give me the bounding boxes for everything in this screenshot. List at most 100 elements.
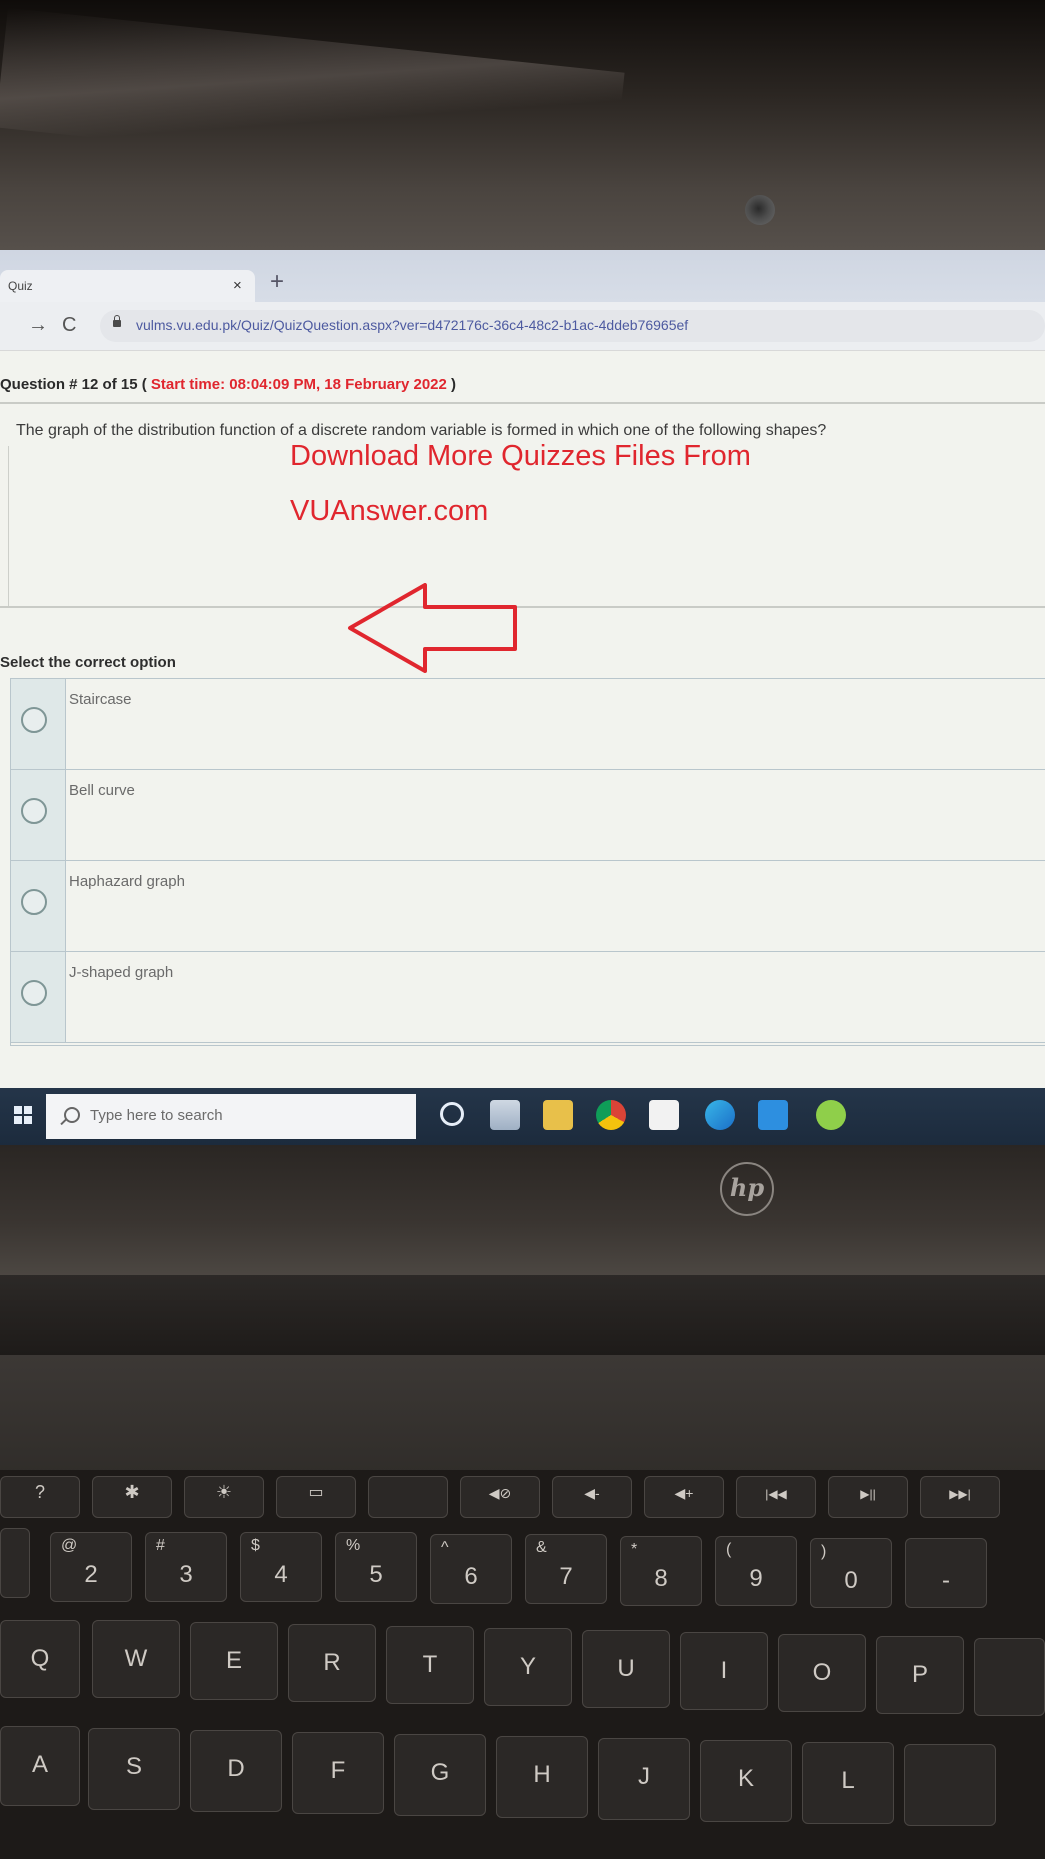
option-label[interactable]: Haphazard graph: [69, 873, 185, 890]
forward-icon[interactable]: →: [28, 314, 48, 337]
file-explorer-icon[interactable]: [543, 1100, 573, 1130]
radio-button[interactable]: [21, 889, 47, 915]
fn-key[interactable]: ▭: [276, 1476, 356, 1518]
option-row[interactable]: Staircase: [11, 679, 1045, 770]
webcam-icon: [745, 195, 775, 225]
question-close-paren: ): [451, 376, 457, 393]
hp-logo: hp: [720, 1162, 774, 1216]
key-9[interactable]: (9: [715, 1536, 797, 1606]
new-tab-icon[interactable]: +: [270, 268, 284, 296]
key-t[interactable]: T: [386, 1626, 474, 1704]
key-2[interactable]: @2: [50, 1532, 132, 1602]
url-field[interactable]: vulms.vu.edu.pk/Quiz/QuizQuestion.aspx?v…: [100, 310, 1045, 342]
key-w[interactable]: W: [92, 1620, 180, 1698]
task-view-icon[interactable]: [490, 1100, 520, 1130]
fn-key[interactable]: ◀-: [552, 1476, 632, 1518]
radio-cell: [11, 861, 66, 951]
fn-key[interactable]: ☀: [184, 1476, 264, 1518]
laptop-bottom-bezel: [0, 1145, 1045, 1275]
key-k[interactable]: K: [700, 1740, 792, 1822]
fn-key[interactable]: ▶||: [828, 1476, 908, 1518]
tab-title: Quiz: [8, 279, 33, 293]
reload-icon[interactable]: C: [62, 314, 76, 337]
url-text: vulms.vu.edu.pk/Quiz/QuizQuestion.aspx?v…: [136, 317, 689, 333]
key-a[interactable]: A: [0, 1726, 80, 1806]
key-0[interactable]: ) 0: [810, 1538, 892, 1608]
key-8[interactable]: * 8: [620, 1536, 702, 1606]
watermark-line-1: Download More Quizzes Files From: [290, 440, 751, 472]
key-3[interactable]: #3: [145, 1532, 227, 1602]
key-q[interactable]: Q: [0, 1620, 80, 1698]
mail-icon[interactable]: [758, 1100, 788, 1130]
key-h[interactable]: H: [496, 1736, 588, 1818]
windows-start-icon[interactable]: [0, 1088, 46, 1145]
radio-cell: [11, 679, 66, 769]
key-u[interactable]: U: [582, 1630, 670, 1708]
laptop-hinge: [0, 1275, 1045, 1355]
key[interactable]: [0, 1528, 30, 1598]
key-e[interactable]: E: [190, 1622, 278, 1700]
question-divider: [0, 606, 1045, 608]
red-arrow-icon: [348, 583, 517, 673]
key-s[interactable]: S: [88, 1728, 180, 1810]
radio-button[interactable]: [21, 707, 47, 733]
key-bracket[interactable]: [974, 1638, 1045, 1716]
lock-icon: [113, 315, 121, 327]
question-header: Question # 12 of 15 ( Start time: 08:04:…: [0, 376, 456, 393]
option-row[interactable]: J-shaped graph: [11, 952, 1045, 1043]
question-number: Question # 12 of 15 (: [0, 376, 147, 393]
radio-button[interactable]: [21, 798, 47, 824]
key-5[interactable]: % 5: [335, 1532, 417, 1602]
tab-quiz[interactable]: Quiz ×: [0, 270, 255, 302]
key-g[interactable]: G: [394, 1734, 486, 1816]
fn-key[interactable]: ◀⊘: [460, 1476, 540, 1518]
key-j[interactable]: J: [598, 1738, 690, 1820]
key-6[interactable]: ^ 6: [430, 1534, 512, 1604]
key-p[interactable]: P: [876, 1636, 964, 1714]
browser-tab-bar: Quiz × +: [0, 250, 1045, 302]
search-icon: [64, 1107, 80, 1123]
close-tab-icon[interactable]: ×: [233, 270, 242, 302]
key-l[interactable]: L: [802, 1742, 894, 1824]
search-placeholder: Type here to search: [90, 1107, 223, 1124]
options-table: Staircase Bell curve Haphazard graph J-s…: [10, 678, 1045, 1046]
header-divider: [0, 402, 1045, 404]
windows-taskbar: Type here to search: [0, 1088, 1045, 1145]
key-y[interactable]: Y: [484, 1628, 572, 1706]
key-i[interactable]: I: [680, 1632, 768, 1710]
key-7[interactable]: & 7: [525, 1534, 607, 1604]
fn-key[interactable]: [368, 1476, 448, 1518]
option-row[interactable]: Haphazard graph: [11, 861, 1045, 952]
watermark-line-2: VUAnswer.com: [290, 495, 489, 527]
key-f[interactable]: F: [292, 1732, 384, 1814]
question-text: The graph of the distribution function o…: [16, 422, 827, 439]
key-4[interactable]: $4: [240, 1532, 322, 1602]
select-option-label: Select the correct option: [0, 654, 176, 671]
edge-icon[interactable]: [705, 1100, 735, 1130]
store-icon[interactable]: [649, 1100, 679, 1130]
option-label[interactable]: Staircase: [69, 691, 132, 708]
fn-key[interactable]: ✱: [92, 1476, 172, 1518]
cortana-icon[interactable]: [440, 1102, 464, 1126]
fn-key[interactable]: ?: [0, 1476, 80, 1518]
start-time: Start time: 08:04:09 PM, 18 February 202…: [150, 376, 447, 393]
fn-key[interactable]: ▶▶|: [920, 1476, 1000, 1518]
fn-key[interactable]: ◀+: [644, 1476, 724, 1518]
taskbar-search-box[interactable]: Type here to search: [46, 1094, 416, 1139]
key-o[interactable]: O: [778, 1634, 866, 1712]
option-label[interactable]: Bell curve: [69, 782, 135, 799]
keyboard: ? ✱ ☀ ▭ ◀⊘ ◀- ◀+ |◀◀ ▶|| ▶▶| @2 #3 $4 % 5…: [0, 1470, 1045, 1859]
radio-cell: [11, 770, 66, 860]
option-label[interactable]: J-shaped graph: [69, 964, 173, 981]
fn-key[interactable]: |◀◀: [736, 1476, 816, 1518]
radio-cell: [11, 952, 66, 1042]
key-d[interactable]: D: [190, 1730, 282, 1812]
app-icon[interactable]: [816, 1100, 846, 1130]
address-bar: → C vulms.vu.edu.pk/Quiz/QuizQuestion.as…: [0, 302, 1045, 351]
radio-button[interactable]: [21, 980, 47, 1006]
key-r[interactable]: R: [288, 1624, 376, 1702]
key-semicolon[interactable]: [904, 1744, 996, 1826]
chrome-icon[interactable]: [596, 1100, 626, 1130]
key-minus[interactable]: -: [905, 1538, 987, 1608]
option-row[interactable]: Bell curve: [11, 770, 1045, 861]
